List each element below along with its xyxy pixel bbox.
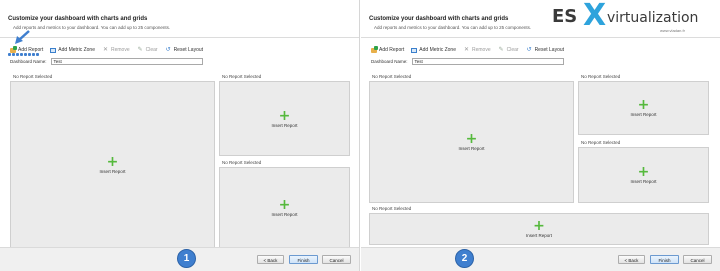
clear-brush-icon: ✎ bbox=[498, 46, 504, 53]
insert-report-button[interactable]: + Insert Report bbox=[271, 107, 298, 128]
remove-label: Remove bbox=[471, 47, 491, 53]
clear-button[interactable]: ✎ Clear bbox=[498, 47, 519, 54]
wizard-subtitle: Add reports and metrics to your dashboar… bbox=[13, 25, 171, 30]
clear-label: Clear bbox=[506, 47, 519, 53]
add-metric-zone-label: Add Metric Zone bbox=[58, 47, 95, 53]
clear-label: Clear bbox=[145, 47, 158, 53]
report-zone[interactable]: + Insert Report bbox=[10, 81, 215, 248]
report-zone[interactable]: + Insert Report bbox=[578, 147, 709, 203]
reset-icon: ↺ bbox=[165, 46, 171, 53]
report-zone[interactable]: + Insert Report bbox=[369, 213, 709, 245]
annotation-dots bbox=[8, 53, 42, 56]
insert-report-label: Insert Report bbox=[271, 211, 298, 217]
reset-icon: ↺ bbox=[526, 46, 532, 53]
wizard-subtitle: Add reports and metrics to your dashboar… bbox=[374, 25, 532, 30]
add-report-icon bbox=[10, 45, 17, 53]
back-button[interactable]: < Back bbox=[257, 255, 284, 264]
report-zone[interactable]: + Insert Report bbox=[219, 167, 350, 248]
add-metric-zone-label: Add Metric Zone bbox=[419, 47, 456, 53]
clear-brush-icon: ✎ bbox=[137, 46, 143, 53]
dashboard-name-row: Dashboard Name: Test bbox=[371, 58, 564, 65]
step-badge: 1 bbox=[177, 249, 196, 268]
finish-button[interactable]: Finish bbox=[650, 255, 679, 264]
metric-zone-icon bbox=[411, 47, 418, 53]
plus-icon: + bbox=[637, 97, 650, 113]
insert-report-button[interactable]: + Insert Report bbox=[99, 153, 126, 174]
step-badge: 2 bbox=[455, 249, 474, 268]
add-report-label: Add Report bbox=[379, 47, 405, 53]
watermark-logo: ES X virtualization www.vladan.fr bbox=[546, 0, 716, 42]
plus-icon: + bbox=[278, 196, 291, 213]
dashboard-name-label: Dashboard Name: bbox=[371, 59, 408, 64]
annotation-arrow-icon bbox=[15, 30, 30, 44]
wizard-title: Customize your dashboard with charts and… bbox=[8, 16, 148, 22]
insert-report-button[interactable]: + Insert Report bbox=[630, 97, 657, 117]
insert-report-label: Insert Report bbox=[271, 122, 298, 128]
insert-report-button[interactable]: + Insert Report bbox=[525, 218, 553, 238]
wizard-footer: 1 < Back Finish Cancel bbox=[0, 247, 359, 271]
remove-icon: ✕ bbox=[102, 46, 108, 53]
insert-report-label: Insert Report bbox=[458, 146, 485, 151]
add-report-button[interactable]: Add Report bbox=[371, 45, 405, 53]
zone-label: No Report Selected bbox=[372, 206, 412, 211]
remove-button[interactable]: ✕ Remove bbox=[102, 47, 130, 54]
insert-report-button[interactable]: + Insert Report bbox=[271, 196, 298, 217]
zone-label: No Report Selected bbox=[372, 74, 412, 79]
remove-label: Remove bbox=[110, 47, 130, 53]
wizard-title: Customize your dashboard with charts and… bbox=[369, 16, 509, 22]
dashboard-name-input[interactable]: Test bbox=[50, 58, 203, 65]
reset-layout-button[interactable]: ↺ Reset Layout bbox=[165, 47, 203, 54]
insert-report-button[interactable]: + Insert Report bbox=[630, 164, 657, 184]
zone-label: No Report Selected bbox=[581, 140, 621, 145]
add-metric-zone-button[interactable]: Add Metric Zone bbox=[50, 47, 95, 53]
add-report-icon bbox=[371, 45, 378, 53]
watermark-virtualization: virtualization bbox=[607, 10, 699, 26]
wizard-header: Customize your dashboard with charts and… bbox=[361, 0, 720, 38]
remove-icon: ✕ bbox=[463, 46, 469, 53]
metric-zone-icon bbox=[50, 47, 57, 53]
reset-layout-label: Reset Layout bbox=[173, 47, 204, 53]
wizard-footer: 2 < Back Finish Cancel bbox=[361, 247, 720, 271]
add-metric-zone-button[interactable]: Add Metric Zone bbox=[411, 47, 456, 53]
watermark-url: www.vladan.fr bbox=[660, 28, 685, 33]
wizard-header: Customize your dashboard with charts and… bbox=[0, 0, 359, 38]
watermark-es: ES bbox=[552, 6, 578, 27]
report-zone[interactable]: + Insert Report bbox=[369, 81, 574, 203]
insert-report-label: Insert Report bbox=[99, 168, 126, 174]
dashboard-wizard-step-2: Customize your dashboard with charts and… bbox=[361, 0, 720, 271]
watermark-x: X bbox=[583, 0, 607, 33]
report-zone[interactable]: + Insert Report bbox=[578, 81, 709, 135]
cancel-button[interactable]: Cancel bbox=[322, 255, 351, 264]
plus-icon: + bbox=[637, 164, 650, 180]
dashboard-name-input[interactable]: Test bbox=[411, 58, 564, 65]
remove-button[interactable]: ✕ Remove bbox=[463, 47, 491, 54]
insert-report-label: Insert Report bbox=[630, 112, 657, 117]
insert-report-label: Insert Report bbox=[630, 179, 657, 184]
plus-icon: + bbox=[465, 131, 478, 147]
zone-label: No Report Selected bbox=[222, 74, 262, 79]
insert-report-button[interactable]: + Insert Report bbox=[458, 131, 485, 151]
reset-layout-button[interactable]: ↺ Reset Layout bbox=[526, 47, 564, 54]
finish-button[interactable]: Finish bbox=[289, 255, 318, 264]
cancel-button[interactable]: Cancel bbox=[683, 255, 712, 264]
report-zone[interactable]: + Insert Report bbox=[219, 81, 350, 156]
zone-label: No Report Selected bbox=[222, 160, 262, 165]
insert-report-label: Insert Report bbox=[525, 233, 553, 238]
zone-label: No Report Selected bbox=[13, 74, 53, 79]
dashboard-name-row: Dashboard Name: Test bbox=[10, 58, 203, 65]
plus-icon: + bbox=[278, 107, 291, 124]
reset-layout-label: Reset Layout bbox=[534, 47, 565, 53]
clear-button[interactable]: ✎ Clear bbox=[137, 47, 158, 54]
plus-icon: + bbox=[106, 153, 119, 170]
dashboard-toolbar: Add Report Add Metric Zone ✕ Remove ✎ Cl… bbox=[371, 45, 564, 54]
plus-icon: + bbox=[533, 218, 545, 234]
back-button[interactable]: < Back bbox=[618, 255, 645, 264]
zone-label: No Report Selected bbox=[581, 74, 621, 79]
dashboard-wizard-step-1: Customize your dashboard with charts and… bbox=[0, 0, 360, 271]
dashboard-name-label: Dashboard Name: bbox=[10, 59, 47, 64]
